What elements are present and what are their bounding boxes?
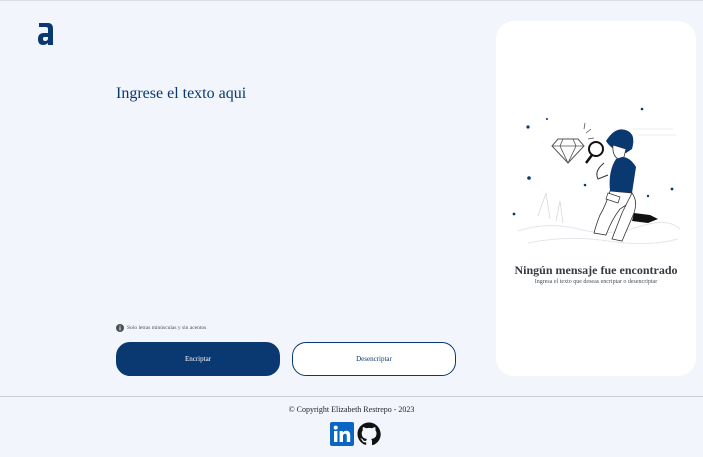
input-hint: Solo letras minúsculas y sin acentos [116,324,206,332]
info-icon [116,324,124,332]
text-input[interactable] [114,79,459,315]
encrypt-button[interactable]: Encriptar [116,342,280,376]
github-icon [357,422,381,446]
social-links [330,422,381,446]
decrypt-button[interactable]: Desencriptar [292,342,456,376]
footer-divider [0,396,703,397]
result-title: Ningún mensaje fue encontrado [514,263,678,277]
no-message-illustration [512,107,681,245]
hint-text: Solo letras minúsculas y sin acentos [127,325,207,331]
linkedin-icon [330,422,354,446]
linkedin-link[interactable] [330,422,354,446]
copyright-text: © Copyright Elizabeth Restrepo - 2023 [288,405,415,414]
result-subtitle: Ingresa el texto que deseas encriptar o … [534,279,658,285]
github-link[interactable] [357,422,381,446]
result-panel: Ningún mensaje fue encontrado Ingresa el… [496,21,696,376]
alura-logo-icon [38,23,53,45]
